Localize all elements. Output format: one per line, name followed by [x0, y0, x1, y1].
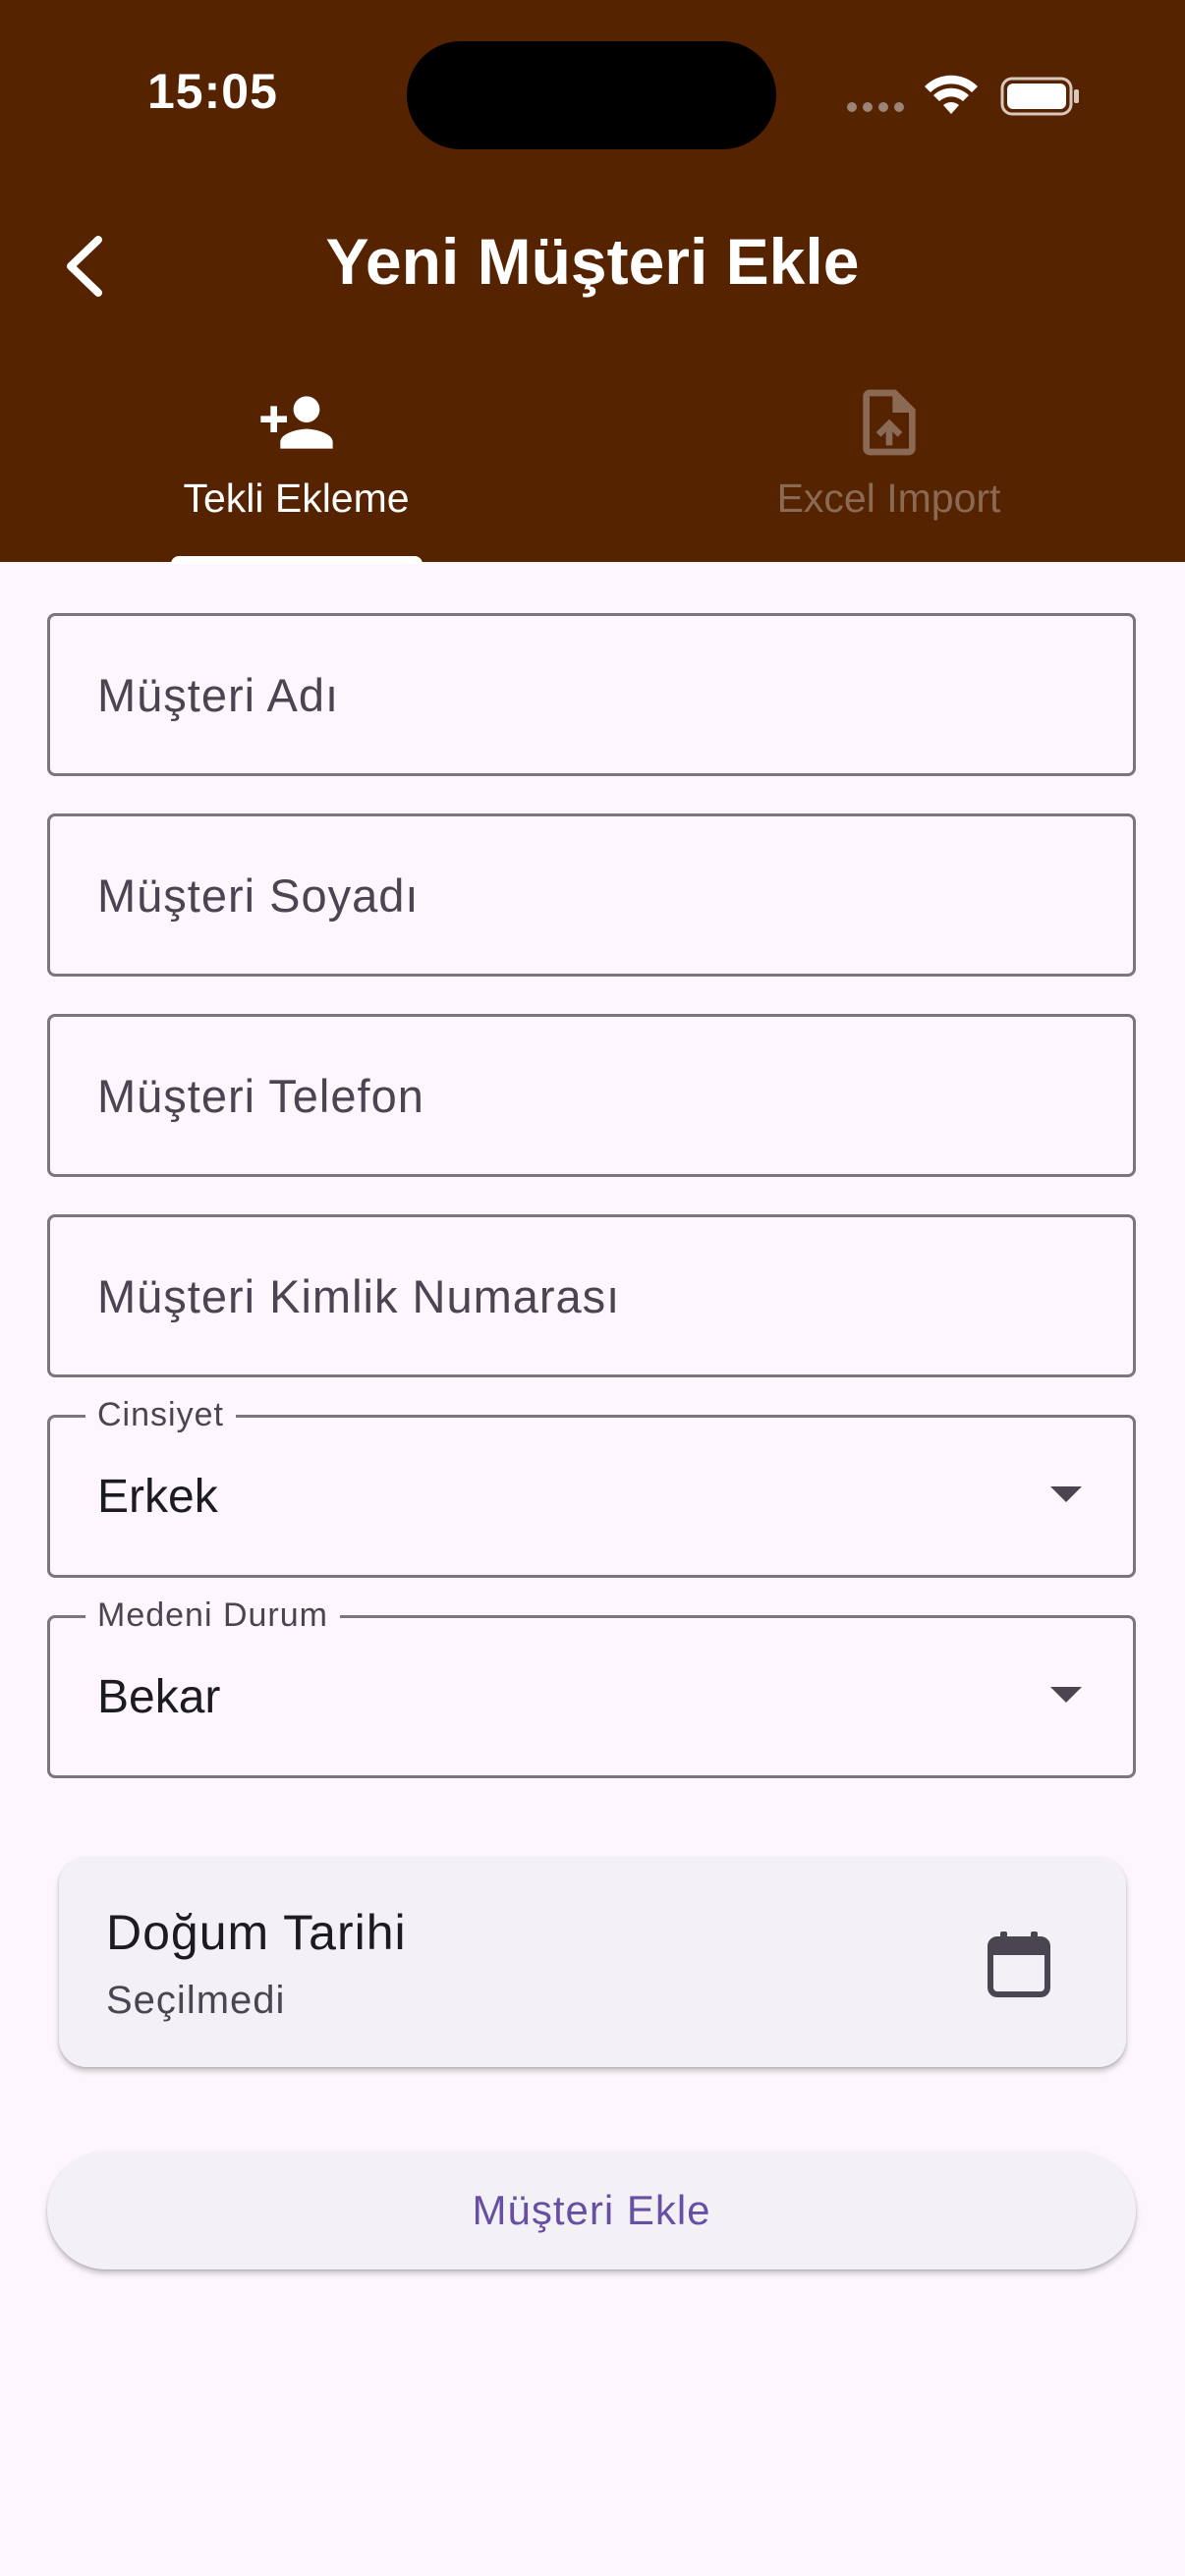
- tab-single-entry-label: Tekli Ekleme: [183, 476, 410, 521]
- tab-excel-import[interactable]: Excel Import: [592, 383, 1185, 562]
- first-name-field[interactable]: Müşteri Adı: [47, 613, 1136, 776]
- marital-status-dropdown[interactable]: Medeni Durum Bekar: [47, 1596, 1136, 1778]
- dropdown-arrow-icon: [1050, 1687, 1082, 1703]
- cellular-signal-icon: [847, 102, 904, 112]
- add-customer-button[interactable]: Müşteri Ekle: [47, 2152, 1136, 2269]
- status-time: 15:05: [147, 64, 278, 119]
- tab-single-entry[interactable]: Tekli Ekleme: [0, 383, 592, 562]
- first-name-placeholder: Müşteri Adı: [97, 668, 340, 721]
- phone-placeholder: Müşteri Telefon: [97, 1069, 424, 1122]
- marital-status-value: Bekar: [97, 1670, 221, 1723]
- gender-dropdown[interactable]: Cinsiyet Erkek: [47, 1396, 1136, 1578]
- gender-value: Erkek: [97, 1470, 218, 1523]
- tab-indicator: [171, 556, 423, 564]
- national-id-placeholder: Müşteri Kimlik Numarası: [97, 1269, 621, 1322]
- dynamic-island: [407, 41, 776, 149]
- person-add-icon: [259, 396, 333, 449]
- last-name-placeholder: Müşteri Soyadı: [97, 868, 420, 922]
- dropdown-arrow-icon: [1050, 1486, 1082, 1502]
- calendar-icon[interactable]: [987, 1930, 1051, 1998]
- battery-icon: [1000, 77, 1079, 116]
- tab-excel-import-label: Excel Import: [776, 476, 1001, 521]
- birth-date-picker[interactable]: Doğum Tarihi Seçilmedi: [59, 1857, 1126, 2067]
- file-upload-icon: [862, 389, 916, 456]
- wifi-icon: [925, 75, 978, 114]
- app-bar: 15:05 Yeni Müşteri Ekle Tekli Ekleme Exc…: [0, 0, 1185, 564]
- last-name-field[interactable]: Müşteri Soyadı: [47, 813, 1136, 977]
- national-id-field[interactable]: Müşteri Kimlik Numarası: [47, 1214, 1136, 1377]
- birth-date-label: Doğum Tarihi: [106, 1905, 407, 1960]
- birth-date-value: Seçilmedi: [106, 1979, 286, 2022]
- page-title: Yeni Müşteri Ekle: [325, 225, 860, 298]
- phone-field[interactable]: Müşteri Telefon: [47, 1014, 1136, 1177]
